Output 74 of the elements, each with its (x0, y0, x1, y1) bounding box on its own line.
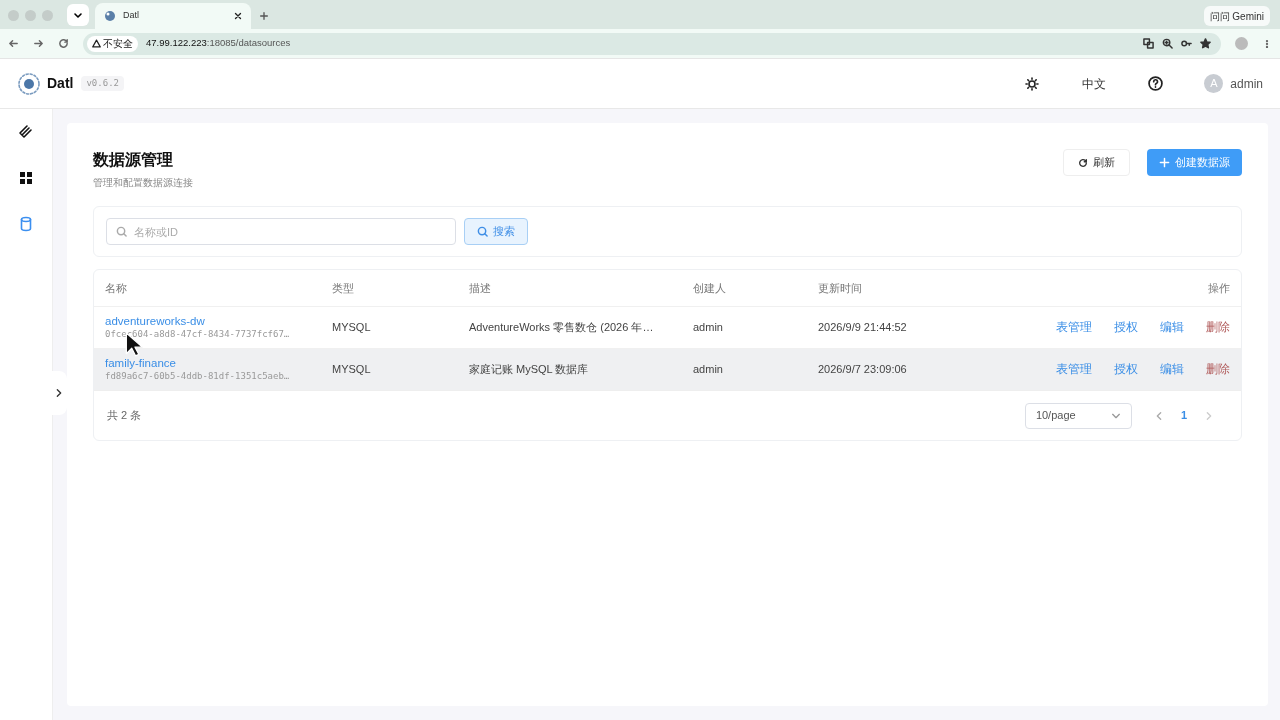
plus-icon (1159, 157, 1170, 168)
description-cell-text: 家庭记账 MySQL 数据库 (469, 362, 590, 378)
delete-link[interactable]: 删除 (1206, 318, 1230, 337)
type-cell-text: MYSQL (332, 320, 372, 336)
user-name[interactable]: admin (1230, 74, 1263, 93)
updated-time-cell-text: 2026/9/7 23:09:06 (818, 362, 908, 378)
version-badge: v0.6.2 (81, 76, 124, 91)
type-cell-text: MYSQL (332, 362, 372, 378)
search-field[interactable]: 名称或ID (106, 218, 456, 245)
search-button[interactable]: 搜索 (464, 218, 528, 245)
chevron-right-icon (54, 388, 64, 398)
plus-icon (259, 11, 269, 21)
zoom-icon (1162, 38, 1173, 49)
help-button[interactable] (1148, 75, 1165, 92)
security-chip[interactable]: 不安全 (87, 35, 138, 52)
datasource-id: 0fcec604-a8d8-47cf-8434-7737fcf67… (105, 328, 291, 341)
search-icon (116, 226, 127, 237)
grid-icon (17, 169, 35, 187)
column-header: 类型 (332, 280, 355, 296)
column-header: 操作 (1207, 280, 1230, 296)
page-number[interactable]: 1 (1180, 407, 1187, 424)
browser-tab[interactable]: Datl (95, 3, 251, 29)
key-icon (1181, 38, 1192, 49)
action-link[interactable]: 编辑 (1160, 360, 1184, 379)
total-count: 共 2 条 (107, 408, 143, 424)
datasource-link[interactable]: family-finance (105, 356, 332, 370)
column-header: 名称 (105, 280, 128, 296)
chevron-right-icon (1204, 410, 1214, 421)
security-label: 不安全 (103, 37, 133, 51)
sidebar-item[interactable] (17, 169, 35, 187)
language-button[interactable]: 中文 (1082, 74, 1107, 93)
description-cell-text: AdventureWorks 零售数仓 (2026 年… (469, 320, 655, 336)
datasource-link[interactable]: adventureworks-dw (105, 314, 332, 328)
action-link[interactable]: 表管理 (1056, 318, 1092, 337)
delete-link[interactable]: 删除 (1206, 360, 1230, 379)
action-link[interactable]: 表管理 (1056, 360, 1092, 379)
action-link[interactable]: 授权 (1114, 360, 1138, 379)
create-datasource-button[interactable]: 创建数据源 (1147, 149, 1242, 176)
back-icon (8, 38, 19, 49)
logo-icon (17, 71, 41, 96)
creator-cell-text: admin (693, 320, 724, 336)
close-icon (233, 11, 243, 21)
column-header: 描述 (469, 280, 492, 296)
address-bar[interactable]: 不安全 47.99.122.223:18085/datasources (83, 32, 1221, 55)
page-size-select[interactable]: 10/page (1024, 402, 1132, 429)
logo-icon (103, 9, 117, 23)
tab-title: Datl (123, 9, 140, 23)
forward-icon (33, 38, 44, 49)
refresh-icon (1078, 157, 1088, 168)
translate-icon (1143, 38, 1154, 49)
gemini-button[interactable]: 问问 Gemini (1203, 6, 1270, 26)
layers-icon (17, 123, 35, 141)
tab-list-button[interactable] (67, 4, 89, 26)
reload-icon (58, 38, 69, 49)
sidebar-item[interactable] (17, 123, 35, 141)
creator-cell-text: admin (693, 362, 724, 378)
sun-icon (1025, 76, 1040, 91)
search-icon (477, 226, 488, 237)
app-name: Datl (47, 74, 74, 93)
datasource-id: fd89a6c7-60b5-4ddb-81df-1351c5aeb… (105, 370, 291, 383)
column-header: 创建人 (693, 280, 727, 296)
url-text: 47.99.122.223:18085/datasources (146, 36, 291, 51)
page-subtitle: 管理和配置数据源连接 (93, 176, 194, 190)
profile-avatar[interactable] (1235, 37, 1248, 50)
column-header: 更新时间 (818, 280, 863, 296)
help-icon (1148, 76, 1164, 91)
updated-time-cell-text: 2026/9/9 21:44:52 (818, 320, 908, 336)
star-icon (1200, 38, 1211, 49)
action-link[interactable]: 编辑 (1160, 318, 1184, 337)
action-link[interactable]: 授权 (1114, 318, 1138, 337)
warning-icon (92, 39, 101, 48)
page-title: 数据源管理 (93, 150, 174, 170)
table-row[interactable]: family-finance fd89a6c7-60b5-4ddb-81df-1351c5aeb… MYSQL 家庭记账 MySQL 数据库 admin 2026/9/7 23:09:06 表管理 授权 编辑 删除 (94, 348, 1241, 390)
refresh-button[interactable]: 刷新 (1063, 149, 1130, 176)
